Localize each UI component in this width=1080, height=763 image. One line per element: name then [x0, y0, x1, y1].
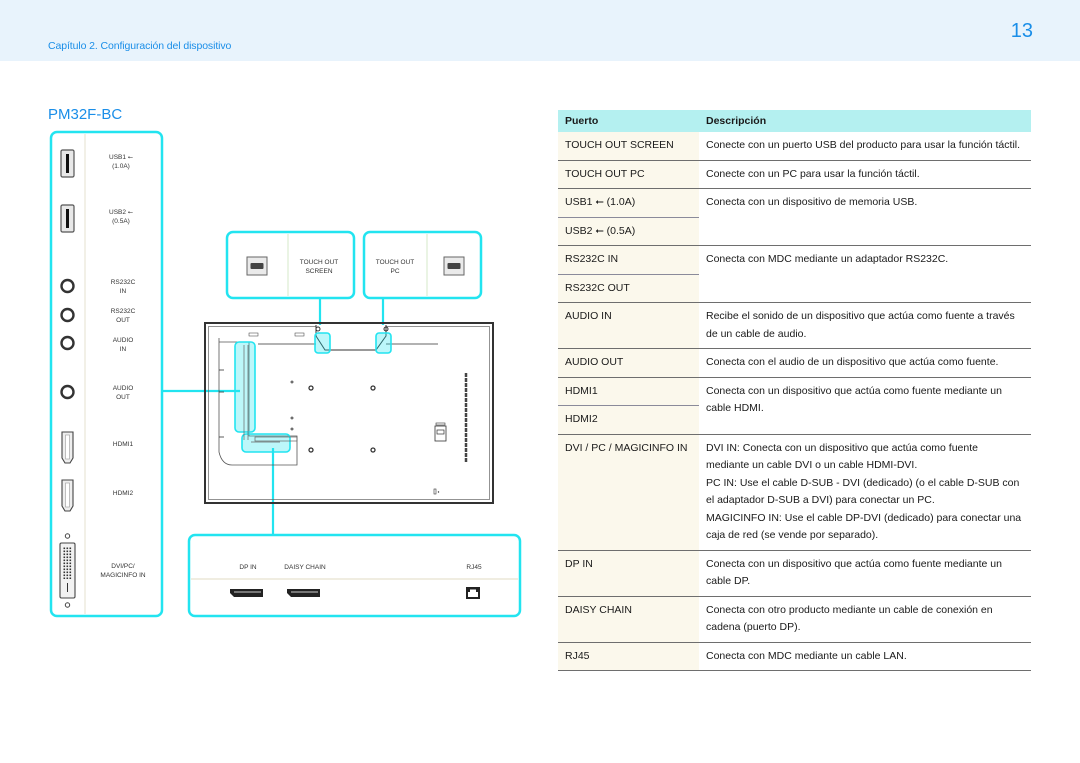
dvi-port-icon: [59, 533, 76, 608]
description-cell: Conecta con el audio de un dispositivo q…: [699, 348, 1031, 378]
port-cell: TOUCH OUT SCREEN: [558, 132, 699, 161]
label-touch-out-screen: TOUCH OUT SCREEN: [299, 259, 339, 275]
usb2-port-icon: [60, 204, 75, 233]
table-row: AUDIO IN Recibe el sonido de un disposit…: [558, 302, 1031, 349]
label-dvi: DVI/PC/ MAGICINFO IN: [100, 563, 146, 579]
description-cell: Conecte con un puerto USB del producto p…: [699, 132, 1031, 161]
description-cell: Conecte con un PC para usar la función t…: [699, 160, 1031, 189]
port-cell: RS232C IN: [558, 245, 699, 275]
label-rj45: RJ45: [466, 564, 482, 571]
rj45-port-icon: [466, 587, 480, 599]
description-cell: Conecta con un dispositivo que actúa com…: [699, 550, 1031, 597]
description-line: DVI IN: Conecta con un dispositivo que a…: [706, 441, 978, 472]
label-daisy-chain: DAISY CHAIN: [284, 564, 326, 571]
table-row: DVI / PC / MAGICINFO IN DVI IN: Conecta …: [558, 434, 1031, 551]
description-cell: Conecta con otro producto mediante un ca…: [699, 596, 1031, 643]
port-cell: DP IN: [558, 550, 699, 597]
column-header-port: Puerto: [558, 110, 699, 132]
label-usb2: USB2 ⭠ (0.5A): [109, 209, 133, 225]
description-cell: Conecta con un dispositivo de memoria US…: [699, 188, 1031, 246]
port-cell: USB1 ⭠ (1.0A): [558, 188, 699, 218]
table-row: DP IN Conecta con un dispositivo que act…: [558, 550, 1031, 597]
hdmi1-port-icon: [61, 431, 74, 464]
rear-panel-diagram: USB1 ⭠ (1.0A) USB2 ⭠ (0.5A) RS232C IN RS…: [0, 0, 540, 763]
label-hdmi1: HDMI1: [112, 441, 134, 448]
ports-table: Puerto Descripción TOUCH OUT SCREEN Cone…: [558, 110, 1031, 671]
table-row: AUDIO OUT Conecta con el audio de un dis…: [558, 348, 1031, 378]
dp-in-port-icon: [230, 589, 263, 597]
table-row: TOUCH OUT SCREEN Conecte con un puerto U…: [558, 132, 1031, 161]
port-cell: AUDIO OUT: [558, 348, 699, 378]
bottom-port-panel: [187, 533, 522, 618]
description-line: MAGICINFO IN: Use el cable DP-DVI (dedic…: [706, 511, 1022, 542]
table-row: RJ45 Conecta con MDC mediante un cable L…: [558, 642, 1031, 671]
label-audio-out: AUDIO OUT: [112, 385, 134, 401]
side-panel: [49, 130, 164, 618]
daisy-chain-port-icon: [287, 589, 320, 597]
port-highlights: [234, 332, 392, 453]
description-cell: Recibe el sonido de un dispositivo que a…: [699, 302, 1031, 349]
description-cell: Conecta con un dispositivo que actúa com…: [699, 377, 1031, 435]
label-touch-out-pc: TOUCH OUT PC: [375, 259, 415, 275]
port-cell: HDMI2: [558, 405, 699, 435]
table-row: DAISY CHAIN Conecta con otro producto me…: [558, 596, 1031, 643]
label-audio-in: AUDIO IN: [112, 337, 134, 353]
usb1-port-icon: [60, 149, 75, 178]
port-cell: USB2 ⭠ (0.5A): [558, 217, 699, 246]
port-cell: TOUCH OUT PC: [558, 160, 699, 189]
description-cell: DVI IN: Conecta con un dispositivo que a…: [699, 434, 1031, 551]
table-row: HDMI1 Conecta con un dispositivo que act…: [558, 377, 1031, 435]
label-rs232c-out: RS232C OUT: [110, 308, 136, 324]
port-cell: DVI / PC / MAGICINFO IN: [558, 434, 699, 551]
table-row: USB1 ⭠ (1.0A) Conecta con un dispositivo…: [558, 188, 1031, 246]
label-hdmi2: HDMI2: [112, 490, 134, 497]
description-cell: Conecta con MDC mediante un adaptador RS…: [699, 245, 1031, 303]
port-cell: HDMI1: [558, 377, 699, 406]
table-row: RS232C IN Conecta con MDC mediante un ad…: [558, 245, 1031, 303]
hdmi2-port-icon: [61, 479, 74, 512]
port-cell: DAISY CHAIN: [558, 596, 699, 643]
column-header-description: Descripción: [699, 110, 1031, 132]
usb-b-port-icon: [443, 256, 465, 276]
label-rs232c-in: RS232C IN: [110, 279, 136, 295]
description-line: PC IN: Use el cable D-SUB - DVI (dedicad…: [706, 476, 1020, 507]
label-dp-in: DP IN: [239, 564, 257, 571]
table-row: TOUCH OUT PC Conecte con un PC para usar…: [558, 160, 1031, 189]
usb-b-port-icon: [246, 256, 268, 276]
table-header-row: Puerto Descripción: [558, 110, 1031, 132]
label-usb1: USB1 ⭠ (1.0A): [109, 154, 133, 170]
port-cell: RS232C OUT: [558, 274, 699, 303]
page-number: 13: [1010, 20, 1033, 42]
description-cell: Conecta con MDC mediante un cable LAN.: [699, 642, 1031, 671]
port-cell: AUDIO IN: [558, 302, 699, 349]
port-cell: RJ45: [558, 642, 699, 671]
